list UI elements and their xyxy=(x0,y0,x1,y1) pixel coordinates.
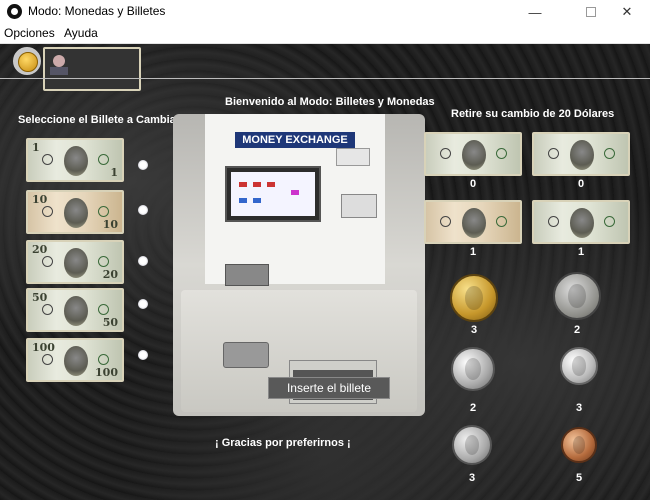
bill-value: 50 xyxy=(102,316,118,329)
seal-icon xyxy=(548,148,559,159)
radio-bill-20[interactable] xyxy=(138,256,148,266)
bill-20-option[interactable]: 20 20 xyxy=(26,240,124,284)
bill-value: 10 xyxy=(32,193,48,206)
count-bill-10: 1 xyxy=(469,246,477,258)
person-icon xyxy=(53,55,65,67)
machine-screen-display xyxy=(231,172,315,216)
count-penny: 5 xyxy=(575,472,583,484)
thanks-label: ¡ Gracias por preferirnos ¡ xyxy=(215,437,351,449)
bill-10-option[interactable]: 10 10 xyxy=(26,190,124,234)
change-bill-5b xyxy=(532,200,630,244)
seal-icon xyxy=(42,256,53,267)
user-mode-button[interactable] xyxy=(43,47,141,91)
toolbar-separator xyxy=(0,78,650,79)
penny-coin-icon xyxy=(561,427,597,463)
machine-receipt-slot xyxy=(225,264,269,286)
dollar-coin-icon xyxy=(450,274,498,322)
seal-icon xyxy=(440,216,451,227)
count-bill-5: 0 xyxy=(577,178,585,190)
bill-value: 10 xyxy=(102,218,118,231)
bill-value: 100 xyxy=(95,366,118,379)
seal-icon xyxy=(440,148,451,159)
bill-value: 100 xyxy=(32,341,55,354)
change-label: Retire su cambio de 20 Dólares xyxy=(451,108,615,120)
count-dollar-coin: 3 xyxy=(470,324,478,336)
maximize-icon xyxy=(586,7,596,17)
half-dollar-coin-icon xyxy=(553,272,601,320)
title-bar: Modo: Monedas y Billetes — ✕ xyxy=(0,0,650,24)
change-bill-20 xyxy=(424,132,522,176)
radio-bill-50[interactable] xyxy=(138,299,148,309)
machine-screen xyxy=(225,166,321,222)
minimize-button[interactable]: — xyxy=(512,0,558,24)
count-quarter: 2 xyxy=(469,402,477,414)
portrait-icon xyxy=(462,140,486,170)
seal-icon xyxy=(548,216,559,227)
dime-coin-icon xyxy=(560,347,598,385)
welcome-title: Bienvenido al Modo: Billetes y Monedas xyxy=(225,96,435,108)
seal-icon xyxy=(98,256,109,267)
bill-50-option[interactable]: 50 50 xyxy=(26,288,124,332)
count-half-dollar: 2 xyxy=(573,324,581,336)
radio-bill-1[interactable] xyxy=(138,160,148,170)
window-title: Modo: Monedas y Billetes xyxy=(28,4,166,18)
portrait-icon xyxy=(64,296,88,326)
machine-coin-slot xyxy=(341,194,377,218)
bill-value: 20 xyxy=(32,243,48,256)
count-nickel: 3 xyxy=(468,472,476,484)
menu-opciones[interactable]: Opciones xyxy=(4,26,55,40)
bill-1-option[interactable]: 1 1 xyxy=(26,138,124,182)
toolbar xyxy=(0,44,650,91)
insert-bill-button[interactable]: Inserte el billete xyxy=(268,377,390,399)
seal-icon xyxy=(42,206,53,217)
person-body-icon xyxy=(50,67,68,75)
seal-icon xyxy=(604,148,615,159)
seal-icon xyxy=(98,154,109,165)
seal-icon xyxy=(98,354,109,365)
portrait-icon xyxy=(462,208,486,238)
main-area: Bienvenido al Modo: Billetes y Monedas S… xyxy=(0,44,650,500)
coins-mode-button[interactable] xyxy=(13,47,41,75)
change-bill-10 xyxy=(424,200,522,244)
radio-bill-10[interactable] xyxy=(138,205,148,215)
bill-value: 50 xyxy=(32,291,48,304)
change-bill-5 xyxy=(532,132,630,176)
seal-icon xyxy=(604,216,615,227)
machine-card-slot xyxy=(336,148,370,166)
bill-value: 1 xyxy=(110,166,118,179)
portrait-icon xyxy=(64,198,88,228)
select-bill-label: Seleccione el Billete a Cambiar xyxy=(18,114,181,126)
menu-bar: Opciones Ayuda xyxy=(0,24,650,44)
exchange-machine: MONEY EXCHANGE xyxy=(173,114,425,416)
seal-icon xyxy=(496,216,507,227)
seal-icon xyxy=(42,354,53,365)
nickel-coin-icon xyxy=(452,425,492,465)
radio-bill-100[interactable] xyxy=(138,350,148,360)
portrait-icon xyxy=(570,140,594,170)
bill-100-option[interactable]: 100 100 xyxy=(26,338,124,382)
bill-value: 1 xyxy=(32,141,40,154)
portrait-icon xyxy=(64,146,88,176)
machine-bill-slot xyxy=(223,342,269,368)
app-icon xyxy=(7,4,22,19)
quarter-coin-icon xyxy=(451,347,495,391)
seal-icon xyxy=(496,148,507,159)
menu-ayuda[interactable]: Ayuda xyxy=(64,26,98,40)
bill-value: 20 xyxy=(102,268,118,281)
seal-icon xyxy=(98,206,109,217)
count-dime: 3 xyxy=(575,402,583,414)
close-button[interactable]: ✕ xyxy=(604,0,650,24)
seal-icon xyxy=(98,304,109,315)
seal-icon xyxy=(42,154,53,165)
machine-header: MONEY EXCHANGE xyxy=(235,132,355,148)
count-bill-5b: 1 xyxy=(577,246,585,258)
count-bill-20: 0 xyxy=(469,178,477,190)
portrait-icon xyxy=(64,248,88,278)
seal-icon xyxy=(42,304,53,315)
portrait-icon xyxy=(570,208,594,238)
portrait-icon xyxy=(64,346,88,376)
coin-icon xyxy=(18,52,38,72)
